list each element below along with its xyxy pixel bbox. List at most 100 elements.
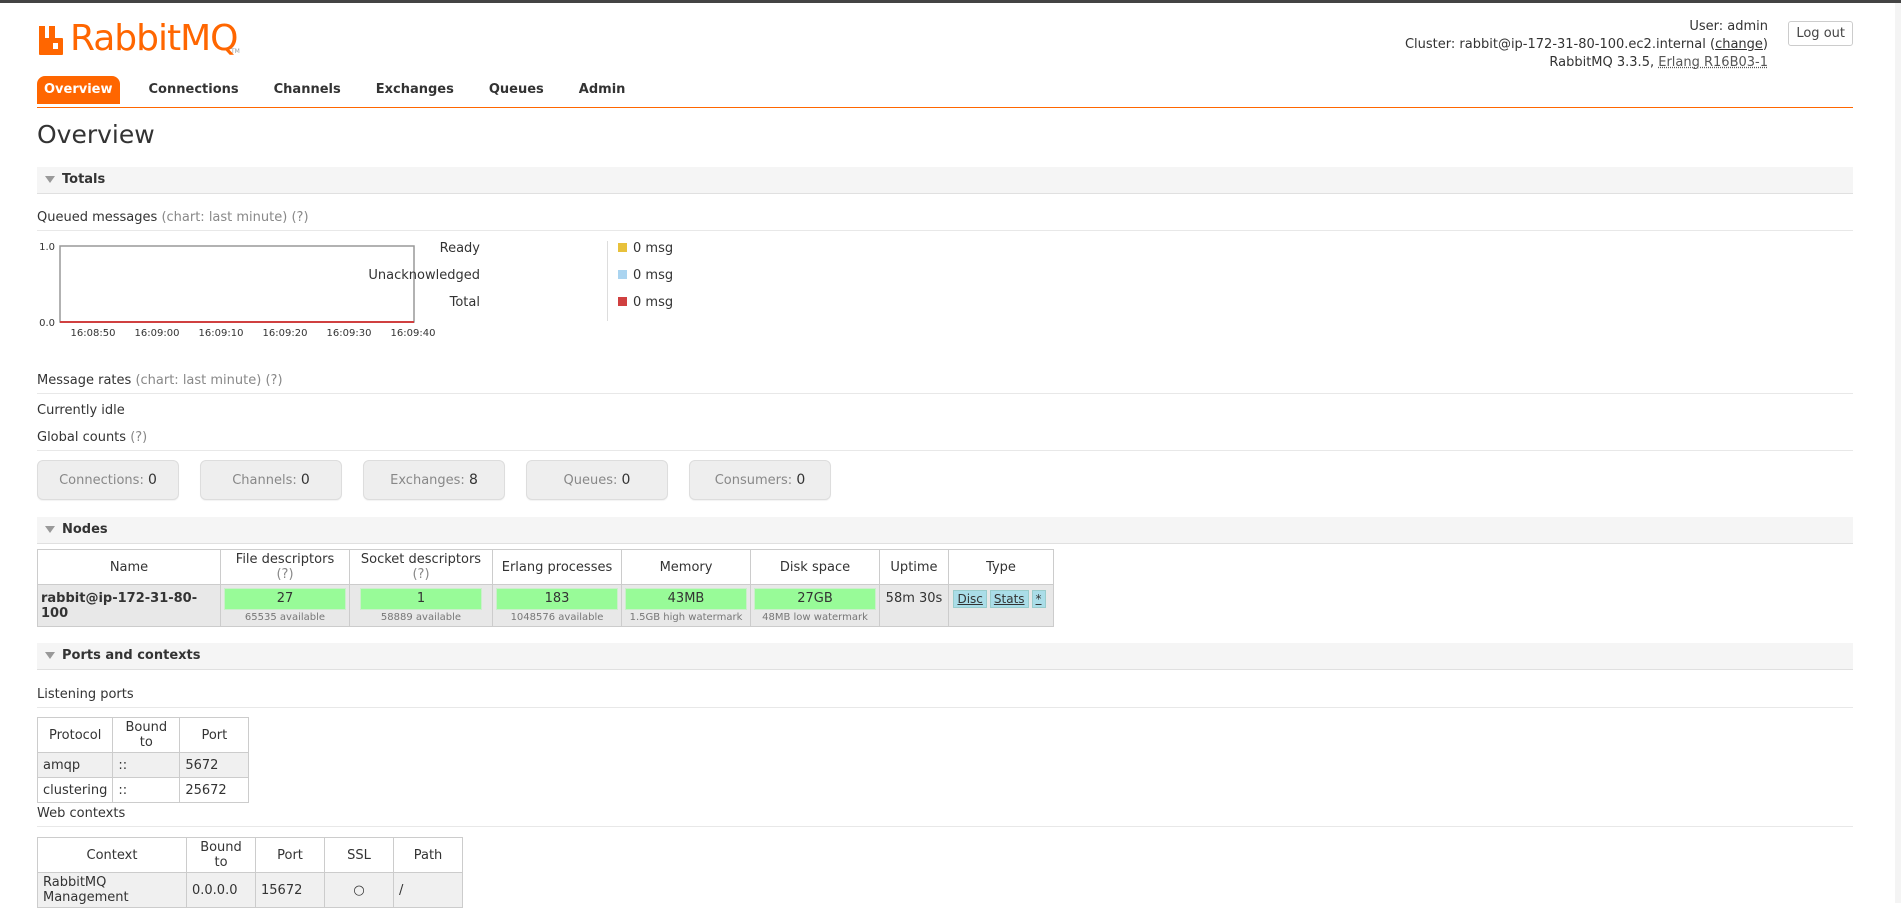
web-contexts-heading: Web contexts	[37, 806, 1853, 827]
queued-messages-label: Queued messages	[37, 210, 158, 225]
sd-bar: 1	[360, 588, 482, 610]
count-queues[interactable]: Queues: 0	[526, 460, 668, 500]
col-memory: Memory	[621, 549, 751, 585]
global-help-link[interactable]: (?)	[130, 430, 147, 445]
memory-bar: 43MB	[625, 588, 747, 610]
count-channels[interactable]: Channels: 0	[200, 460, 342, 500]
tab-queues[interactable]: Queues	[482, 76, 561, 104]
cell-type: Disc Stats *	[948, 584, 1054, 627]
rates-help-link[interactable]: (?)	[265, 373, 282, 388]
bound-to-cell: ::	[112, 752, 181, 778]
web-bound-to-cell: 0.0.0.0	[186, 872, 256, 908]
tab-overview[interactable]: Overview	[37, 76, 120, 104]
count-value-exchanges: 8	[468, 472, 478, 488]
ep-bar: 183	[496, 588, 618, 610]
col-name: Name	[37, 549, 221, 585]
swatch-ready	[618, 243, 627, 252]
tab-admin[interactable]: Admin	[572, 76, 643, 104]
page-scrollbar[interactable]	[1895, 3, 1901, 903]
table-row: RabbitMQ Management 0.0.0.0 15672 ○ /	[37, 872, 463, 908]
protocol-cell: amqp	[36, 752, 114, 778]
legend-value-total: 0 msg	[633, 295, 674, 310]
section-nodes[interactable]: Nodes	[37, 517, 1853, 544]
col-socket-descriptors: Socket descriptors (?)	[349, 549, 493, 585]
type-stats-badge[interactable]: Stats	[989, 590, 1029, 608]
web-contexts-table: Context Bound to Port SSL Path RabbitMQ …	[37, 837, 463, 908]
legend-label-ready: Ready	[439, 241, 480, 256]
trademark: TM	[231, 48, 240, 55]
col-disk-space: Disk space	[750, 549, 880, 585]
chart-plot-area	[59, 245, 415, 323]
port-cell: 5672	[179, 752, 250, 778]
count-exchanges[interactable]: Exchanges: 8	[363, 460, 505, 500]
x-tick-label: 16:09:20	[263, 328, 308, 339]
section-ports-and-contexts[interactable]: Ports and contexts	[37, 643, 1853, 670]
col-web-port: Port	[255, 837, 325, 873]
cell-memory: 43MB 1.5GB high watermark	[621, 584, 751, 627]
queued-messages-heading: Queued messages (chart: last minute) (?)	[37, 210, 1853, 231]
global-counts-label: Global counts	[37, 430, 127, 445]
count-value-connections: 0	[147, 472, 157, 488]
context-cell: RabbitMQ Management	[37, 872, 187, 908]
table-row: clustering :: 25672	[36, 777, 250, 803]
col-bound-to: Bound to	[112, 717, 181, 753]
count-consumers[interactable]: Consumers: 0	[689, 460, 831, 500]
ssl-cell: ○	[324, 872, 394, 908]
count-label-exchanges: Exchanges:	[390, 473, 465, 488]
y-tick-label: 0.0	[39, 318, 55, 329]
listening-header-row: Protocol Bound to Port	[36, 717, 250, 753]
tab-connections[interactable]: Connections	[142, 76, 256, 104]
currently-idle: Currently idle	[37, 403, 125, 418]
cell-socket-descriptors: 1 58889 available	[349, 584, 493, 627]
tab-channels[interactable]: Channels	[267, 76, 358, 104]
type-disc-badge[interactable]: Disc	[953, 590, 987, 608]
logout-button[interactable]: Log out	[1788, 21, 1853, 46]
table-row: amqp :: 5672	[36, 752, 250, 778]
brand-name: RabbitMQ	[70, 18, 238, 59]
collapse-triangle-icon[interactable]	[45, 652, 55, 659]
queued-chart-note: (chart: last minute)	[161, 210, 288, 225]
user-label: User:	[1689, 19, 1724, 34]
nodes-table: Name File descriptors (?) Socket descrip…	[37, 549, 1054, 627]
count-label-connections: Connections:	[59, 473, 144, 488]
listening-ports-label: Listening ports	[37, 687, 134, 702]
queued-help-link[interactable]: (?)	[291, 210, 308, 225]
legend-divider	[607, 241, 608, 321]
col-web-bound-to: Bound to	[186, 837, 256, 873]
section-title-nodes: Nodes	[62, 522, 108, 537]
message-rates-heading: Message rates (chart: last minute) (?)	[37, 373, 1853, 394]
ep-available: 1048576 available	[510, 612, 604, 623]
count-connections[interactable]: Connections: 0	[37, 460, 179, 500]
disk-watermark: 48MB low watermark	[762, 612, 868, 623]
cluster-label: Cluster:	[1404, 37, 1456, 52]
change-cluster-link[interactable]: change	[1715, 37, 1763, 52]
cell-disk-space: 27GB 48MB low watermark	[750, 584, 880, 627]
rabbitmq-logo[interactable]: RabbitMQ TM	[37, 18, 247, 60]
section-totals[interactable]: Totals	[37, 167, 1853, 194]
collapse-triangle-icon[interactable]	[45, 176, 55, 183]
erlang-version: Erlang R16B03-1	[1658, 55, 1768, 70]
section-title-ports: Ports and contexts	[62, 648, 201, 663]
cell-erlang-processes: 183 1048576 available	[492, 584, 622, 627]
x-tick-label: 16:09:00	[135, 328, 180, 339]
cluster-value: rabbit@ip-172-31-80-100.ec2.internal	[1459, 37, 1706, 52]
fd-help-link[interactable]: (?)	[276, 567, 293, 582]
count-label-queues: Queues:	[563, 473, 618, 488]
web-port-cell: 15672	[255, 872, 325, 908]
message-rates-label: Message rates	[37, 373, 132, 388]
memory-watermark: 1.5GB high watermark	[629, 612, 743, 623]
x-tick-label: 16:09:30	[327, 328, 372, 339]
node-name-link[interactable]: rabbit@ip-172-31-80-100	[37, 584, 221, 627]
tab-exchanges[interactable]: Exchanges	[369, 76, 471, 104]
col-fd-label: File descriptors	[235, 552, 335, 567]
global-counts: Connections: 0 Channels: 0 Exchanges: 8 …	[37, 460, 852, 500]
col-path: Path	[393, 837, 463, 873]
fd-available: 65535 available	[244, 612, 326, 623]
rabbitmq-version: RabbitMQ 3.3.5,	[1549, 55, 1655, 70]
type-star-badge[interactable]: *	[1031, 590, 1046, 608]
bound-to-cell: ::	[112, 777, 181, 803]
collapse-triangle-icon[interactable]	[45, 526, 55, 533]
sd-help-link[interactable]: (?)	[412, 567, 429, 582]
protocol-cell: clustering	[36, 777, 114, 803]
queued-messages-chart: 1.0 0.0 16:08:50 16:09:00 16:09:10 16:09:20 16…	[39, 243, 435, 339]
